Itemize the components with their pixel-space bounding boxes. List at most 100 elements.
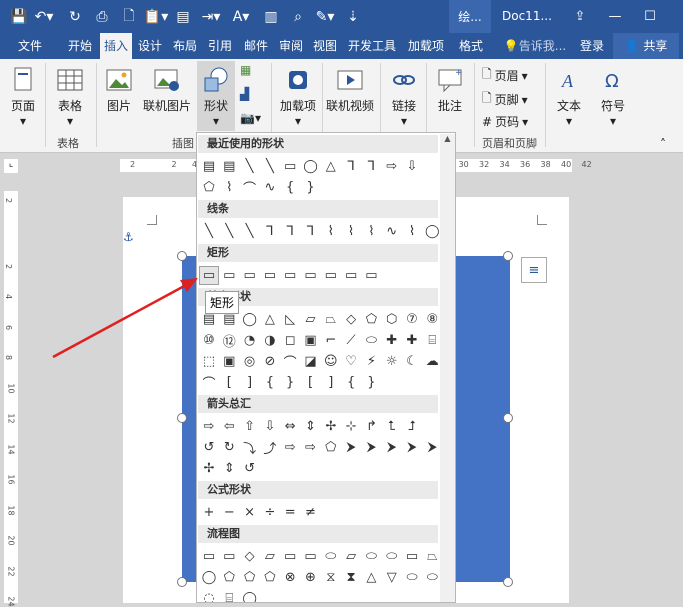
shape-option[interactable]: ⮞ [402, 438, 422, 457]
shape-option[interactable]: ⮞ [341, 438, 361, 457]
maximize-button[interactable]: ☐ [635, 0, 665, 33]
footer-button[interactable]: 🗋 页脚 ▾ [482, 89, 528, 110]
shape-option[interactable]: ✚ [402, 331, 422, 350]
format-icon[interactable]: ▤ [170, 0, 196, 33]
shape-option[interactable]: [ [219, 373, 239, 392]
shape-option[interactable]: ⬡ [382, 310, 402, 329]
shape-option[interactable]: ⇕ [301, 417, 321, 436]
shape-option[interactable]: ▭ [341, 266, 361, 285]
shape-option[interactable]: ⑩ [199, 331, 219, 350]
shape-option[interactable]: ⌒ [199, 373, 219, 392]
shape-option[interactable]: ∿ [260, 178, 280, 197]
print-preview-icon[interactable]: ⎙ [89, 0, 115, 33]
shape-option[interactable]: ▤ [219, 157, 239, 176]
shape-option[interactable]: ▭ [260, 266, 280, 285]
shape-option[interactable]: ] [321, 373, 341, 392]
shape-option[interactable]: ⇨ [199, 417, 219, 436]
shape-option[interactable]: ◇ [240, 547, 260, 566]
resize-handle[interactable] [177, 577, 187, 587]
shape-option[interactable]: ⬚ [199, 352, 219, 371]
scroll-up-arrow[interactable]: ▲ [440, 134, 455, 143]
smartart-button[interactable]: ▦ [240, 63, 251, 77]
screenshot-button[interactable]: 📷▾ [240, 111, 261, 125]
picture-button[interactable]: 图片 [102, 61, 136, 114]
shape-option[interactable]: ⤴ [260, 438, 280, 457]
shape-option[interactable]: ▭ [361, 266, 381, 285]
undo-icon[interactable]: ↶▾ [31, 0, 57, 33]
shape-option[interactable]: ☺ [321, 352, 341, 371]
shape-option[interactable]: ☼ [382, 352, 402, 371]
resize-handle[interactable] [177, 413, 187, 423]
shape-option[interactable]: ⮞ [382, 438, 402, 457]
shape-option[interactable]: [ [301, 373, 321, 392]
tab-insert[interactable]: 插入 [100, 33, 132, 59]
shape-option[interactable]: △ [321, 157, 341, 176]
shape-option[interactable]: ✢ [199, 459, 219, 478]
shape-option[interactable]: ▣ [219, 352, 239, 371]
shape-option[interactable]: ◎ [240, 352, 260, 371]
pen-icon[interactable]: ✎▾ [312, 0, 338, 33]
shape-option[interactable]: ⌒ [280, 352, 300, 371]
shape-option[interactable]: ▭ [321, 266, 341, 285]
shape-option[interactable]: { [280, 178, 300, 197]
header-button[interactable]: 🗋 页眉 ▾ [482, 65, 528, 86]
layout-options-icon[interactable]: ≡ [521, 257, 547, 283]
shape-option[interactable]: ▭ [240, 266, 260, 285]
shape-option[interactable]: ▱ [341, 547, 361, 566]
tab-references[interactable]: 引用 [203, 33, 237, 59]
shape-option[interactable]: ◻ [280, 331, 300, 350]
shape-option[interactable]: ↺ [199, 438, 219, 457]
tab-view[interactable]: 视图 [309, 33, 341, 59]
shape-option[interactable]: ⌇ [219, 178, 239, 197]
shape-option[interactable]: } [301, 178, 321, 197]
shape-option[interactable]: ♡ [341, 352, 361, 371]
shape-option[interactable]: − [219, 503, 239, 522]
shape-option[interactable]: ◯ [301, 157, 321, 176]
shape-option[interactable]: ⬠ [219, 568, 239, 587]
font-color-icon[interactable]: A▾ [228, 0, 254, 33]
tab-home[interactable]: 开始 [60, 33, 100, 59]
link-button[interactable]: 链接 ▾ [386, 61, 422, 128]
shape-option[interactable]: ⊗ [280, 568, 300, 587]
shape-option[interactable]: ⬭ [382, 547, 402, 566]
shape-option[interactable]: ⤵ [240, 438, 260, 457]
shape-option[interactable]: ⌇ [361, 222, 381, 241]
shape-option[interactable]: ⬠ [260, 568, 280, 587]
shape-option[interactable]: ⌐ [321, 331, 341, 350]
shape-option[interactable]: ▱ [301, 310, 321, 329]
shape-option[interactable]: + [199, 503, 219, 522]
shape-option[interactable]: ⬭ [361, 547, 381, 566]
comment-button[interactable]: + 批注 [432, 61, 468, 114]
shape-option[interactable]: ⟋ [341, 331, 361, 350]
tab-mailings[interactable]: 邮件 [239, 33, 273, 59]
shape-option[interactable]: ✢ [321, 417, 341, 436]
shape-option[interactable]: ▱ [260, 547, 280, 566]
online-video-button[interactable]: 联机视频 [325, 61, 375, 114]
shape-option[interactable]: ⌇ [321, 222, 341, 241]
shape-option[interactable]: ⅂ [260, 222, 280, 241]
shape-option[interactable]: ⇨ [382, 157, 402, 176]
shape-option[interactable]: ⇔ [280, 417, 300, 436]
shape-option[interactable]: ⬭ [321, 547, 341, 566]
chart-button[interactable]: ▟ [240, 87, 249, 101]
tab-review[interactable]: 审阅 [275, 33, 307, 59]
shape-option[interactable]: = [280, 503, 300, 522]
addins-button[interactable]: 加载项 ▾ [278, 61, 318, 128]
find-icon[interactable]: ⌕ [285, 0, 311, 33]
online-picture-button[interactable]: 联机图片 [140, 61, 194, 114]
shape-option[interactable]: ◌ [199, 589, 219, 602]
ribbon-display-options-icon[interactable]: ⇪ [565, 0, 595, 33]
shape-option[interactable]: ⌇ [341, 222, 361, 241]
shape-option[interactable]: ∿ [382, 222, 402, 241]
shape-option[interactable]: ◯ [199, 568, 219, 587]
minimize-button[interactable]: — [600, 0, 630, 33]
shape-option[interactable]: } [361, 373, 381, 392]
shape-option[interactable]: ✚ [382, 331, 402, 350]
new-document-icon[interactable]: 🗋 [116, 0, 142, 33]
resize-handle[interactable] [177, 251, 187, 261]
shape-option[interactable]: ⌸ [219, 589, 239, 602]
shape-option[interactable]: ⧖ [321, 568, 341, 587]
page-button[interactable]: 页面 ▾ [6, 61, 40, 128]
shape-option[interactable]: ╲ [240, 157, 260, 176]
sign-in-link[interactable]: 登录 [575, 33, 609, 59]
